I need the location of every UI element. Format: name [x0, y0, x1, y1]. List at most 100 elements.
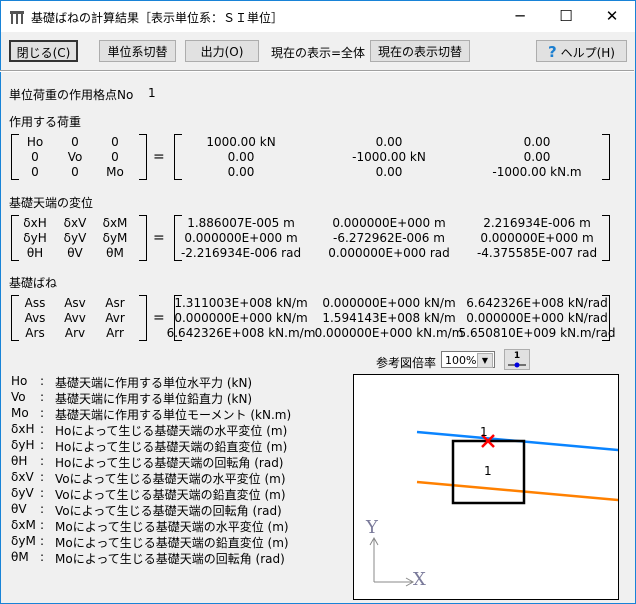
legend-text: Voによって生じる基礎天端の水平変位 (m)	[55, 472, 286, 486]
legend-key: Vo	[11, 390, 26, 404]
matrix-value: 2.216934E-006 m	[483, 216, 591, 230]
matrix-value: 6.642326E+008 kN.m/m	[166, 326, 316, 340]
matrix-value: 0.00	[227, 165, 255, 179]
legend-text: Voによって生じる基礎天端の鉛直変位 (m)	[55, 488, 286, 502]
matrix-value: 0.00	[375, 135, 403, 149]
legend-key: Ho	[11, 374, 28, 388]
legend-text: 基礎天端に作用する単位水平力 (kN)	[55, 376, 253, 390]
right-bracket	[602, 215, 610, 261]
reference-figure: 1 1 Y X	[353, 374, 619, 600]
matrix-symbol: Mo	[106, 165, 124, 179]
maximize-button[interactable]: ☐	[543, 1, 589, 32]
matrix-value: 1.886007E-005 m	[187, 216, 295, 230]
minimize-button[interactable]: ─	[497, 1, 543, 32]
x-axis-label: X	[413, 569, 426, 590]
legend-key: δyM	[11, 534, 36, 548]
equals-sign: =	[153, 149, 165, 165]
close-button[interactable]: 閉じる(C)	[9, 40, 78, 62]
matrix-symbol: Arv	[64, 326, 86, 340]
matrix-value: 0.000000E+000 m	[480, 231, 594, 245]
scale-value: 100%	[445, 354, 477, 367]
matrix-symbol: δxM	[102, 216, 128, 230]
matrix-value: 0.00	[227, 150, 255, 164]
legend-text: Moによって生じる基礎天端の回転角 (rad)	[55, 552, 285, 566]
element-number-label: 1	[484, 464, 492, 478]
legend-key: δxM	[11, 518, 36, 532]
legend-colon: :	[40, 406, 45, 420]
matrix-symbol: Ass	[24, 296, 46, 310]
node-number-label: 1	[480, 425, 488, 439]
left-bracket	[174, 134, 182, 180]
matrix-symbol: Arr	[106, 326, 124, 340]
title-bar: 基礎ばねの計算結果［表示単位系：ＳＩ単位］ ─ ☐ ✕	[1, 1, 635, 32]
output-button[interactable]: 出力(O)	[185, 40, 259, 62]
matrix-symbol: δyV	[63, 231, 87, 245]
matrix-symbol: Ars	[25, 326, 45, 340]
matrix-value: -6.272962E-006 m	[333, 231, 445, 245]
axes-icon	[369, 536, 415, 587]
matrix-symbol: 0	[71, 165, 79, 179]
close-window-button[interactable]: ✕	[589, 1, 635, 32]
matrix-symbol: δxV	[63, 216, 87, 230]
matrix-symbol: Avs	[24, 311, 46, 325]
matrix-value: 0.00	[523, 135, 551, 149]
matrix-symbol: δyH	[23, 231, 47, 245]
legend-colon: :	[40, 438, 45, 452]
matrix-value: 0.000000E+000 m	[184, 231, 298, 245]
left-bracket	[11, 295, 19, 341]
matrix-value: 0.000000E+000 rad	[328, 246, 450, 260]
legend-colon: :	[40, 518, 45, 532]
node-button-label: 1	[513, 351, 521, 361]
matrix-symbol: Avv	[64, 311, 86, 325]
matrix-value: -4.375585E-007 rad	[476, 246, 598, 260]
matrix-value: 0.000000E+000 m	[332, 216, 446, 230]
node-marker-icon	[508, 362, 526, 368]
legend-key: θV	[11, 502, 27, 516]
matrix-value: -1000.00 kN.m	[492, 165, 582, 179]
matrix-symbol: δyM	[102, 231, 128, 245]
matrix-value: 0.000000E+000 kN/m	[174, 311, 308, 325]
legend-text: Hoによって生じる基礎天端の鉛直変位 (m)	[55, 440, 288, 454]
equals-sign: =	[153, 310, 165, 326]
matrix-value: 1000.00 kN	[206, 135, 276, 149]
legend-text: Hoによって生じる基礎天端の回転角 (rad)	[55, 456, 284, 470]
legend-key: δyH	[11, 438, 35, 452]
legend-text: Voによって生じる基礎天端の回転角 (rad)	[55, 504, 282, 518]
matrix-symbol: δxH	[23, 216, 47, 230]
matrix-value: 0.00	[523, 150, 551, 164]
matrix-symbol: Asr	[105, 296, 125, 310]
section-title: 基礎天端の変位	[9, 196, 94, 210]
matrix-value: -2.216934E-006 rad	[180, 246, 302, 260]
help-label: ヘルプ(H)	[560, 46, 615, 60]
matrix-symbol: Avr	[105, 311, 125, 325]
legend-text: 基礎天端に作用する単位モーメント (kN.m)	[55, 408, 292, 422]
legend-key: δyV	[11, 486, 34, 500]
help-icon: ?	[548, 43, 557, 61]
matrix-value: 5.650810E+009 kN.m/rad	[458, 326, 616, 340]
matrix-symbol: 0	[111, 135, 119, 149]
matrix-symbol: Vo	[67, 150, 83, 164]
help-button[interactable]: ? ヘルプ(H)	[536, 40, 627, 62]
legend-key: δxV	[11, 470, 34, 484]
unit-toggle-button[interactable]: 単位系切替	[99, 40, 176, 62]
matrix-symbol: θH	[26, 246, 44, 260]
matrix-symbol: Asv	[64, 296, 86, 310]
scale-select[interactable]: 100% ▼	[441, 351, 495, 368]
display-toggle-button[interactable]: 現在の表示切替	[370, 40, 470, 62]
node-display-button[interactable]: 1	[504, 349, 530, 370]
legend-colon: :	[40, 470, 45, 484]
window-title: 基礎ばねの計算結果［表示単位系：ＳＩ単位］	[31, 11, 284, 25]
chevron-down-icon[interactable]: ▼	[477, 353, 493, 368]
right-bracket	[139, 215, 147, 261]
matrix-value: 6.642326E+008 kN/rad	[466, 296, 608, 310]
legend-colon: :	[40, 390, 45, 404]
legend-colon: :	[40, 374, 45, 388]
legend-colon: :	[40, 422, 45, 436]
matrix-value: 1.594143E+008 kN/m	[322, 311, 456, 325]
right-bracket	[139, 134, 147, 180]
equals-sign: =	[153, 230, 165, 246]
node-label: 単位荷重の作用格点No	[9, 88, 134, 102]
legend-text: Hoによって生じる基礎天端の水平変位 (m)	[55, 424, 288, 438]
legend-text: Moによって生じる基礎天端の鉛直変位 (m)	[55, 536, 289, 550]
legend-text: Moによって生じる基礎天端の水平変位 (m)	[55, 520, 289, 534]
